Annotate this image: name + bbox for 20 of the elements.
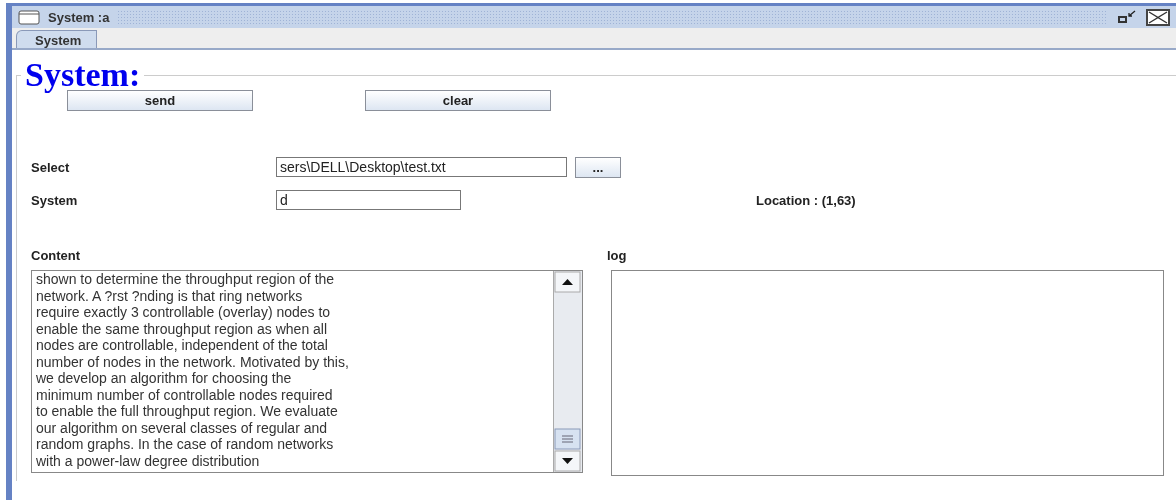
- file-path-field[interactable]: sers\DELL\Desktop\test.txt: [276, 157, 567, 177]
- scroll-thumb-icon[interactable]: [554, 428, 581, 450]
- content-label: Content: [30, 248, 82, 265]
- location-text: Location : (1,63): [756, 192, 856, 208]
- scroll-down-icon[interactable]: [554, 450, 581, 472]
- restore-icon[interactable]: [1116, 9, 1138, 25]
- tab[interactable]: System: [16, 30, 98, 48]
- select-label: Select: [30, 159, 71, 175]
- scrollbar[interactable]: [553, 271, 582, 472]
- clear-button[interactable]: clear: [365, 90, 551, 111]
- window-title: System :a: [48, 9, 110, 25]
- log-label: log: [607, 248, 627, 265]
- system-label: System: [30, 192, 79, 208]
- send-button[interactable]: send: [67, 90, 253, 111]
- scroll-up-icon[interactable]: [554, 271, 581, 293]
- window-icon: [18, 9, 40, 25]
- close-icon[interactable]: [1146, 8, 1170, 26]
- browse-button[interactable]: ...: [575, 156, 621, 178]
- content-text-area[interactable]: shown to determine the throughput region of the network. A ?rst ?nding is that ring networks require exactly 3 controllable (overlay) nodes to enable the same throughput region as when all nodes are controllable, independent of the total number of nodes in the network. Motivated by this, we develop an algorithm for choosing the minimum number of controllable nodes required to enable the full throughput region. We evaluate our algorithm on several classes of regular and random graphs. In the case of random networks with a power-law degree distribution: [32, 271, 553, 472]
- system-field[interactable]: d: [276, 190, 461, 210]
